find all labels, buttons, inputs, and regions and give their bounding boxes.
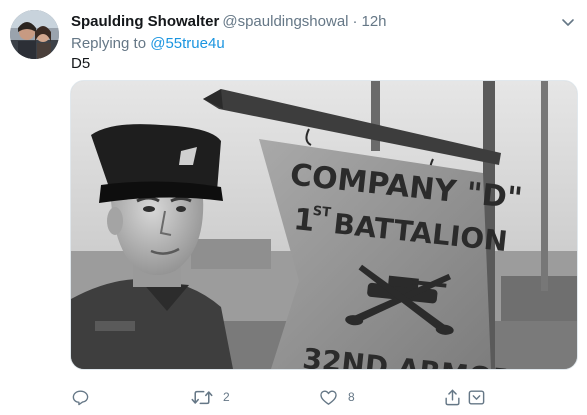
separator-dot: · bbox=[352, 13, 358, 30]
replying-to-prefix: Replying to bbox=[71, 35, 151, 52]
share-icon bbox=[443, 388, 462, 407]
heart-icon bbox=[319, 388, 338, 407]
like-button[interactable]: 8 bbox=[319, 384, 355, 410]
photo-image: COMPANY "D" 1 ST BATTALION 32ND ARMOR bbox=[71, 81, 577, 369]
like-count: 8 bbox=[348, 390, 355, 404]
direct-message-icon bbox=[467, 388, 486, 407]
replying-to-link[interactable]: @55true4u bbox=[150, 35, 224, 52]
retweet-icon bbox=[191, 388, 213, 407]
display-name[interactable]: Spaulding Showalter bbox=[71, 13, 219, 30]
tweet-media-photo[interactable]: COMPANY "D" 1 ST BATTALION 32ND ARMOR bbox=[70, 80, 578, 370]
user-handle[interactable]: @spauldingshowal bbox=[222, 13, 348, 30]
reply-button[interactable] bbox=[71, 384, 100, 410]
direct-message-button[interactable] bbox=[467, 384, 486, 410]
chevron-down-icon[interactable] bbox=[558, 12, 578, 32]
avatar[interactable] bbox=[10, 10, 59, 59]
tweet-header: Spaulding Showalter @spauldingshowal · 12h bbox=[71, 12, 387, 32]
tweet-actions-bar: 2 8 bbox=[71, 384, 571, 410]
tweet-card[interactable]: Spaulding Showalter @spauldingshowal · 12h … bbox=[0, 0, 587, 415]
share-button[interactable] bbox=[443, 384, 462, 410]
replying-to-line: Replying to @55true4u bbox=[71, 34, 225, 54]
sign-line-2-ordinal: ST bbox=[312, 204, 332, 221]
retweet-count: 2 bbox=[223, 390, 230, 404]
timestamp[interactable]: 12h bbox=[362, 13, 387, 30]
reply-icon bbox=[71, 388, 90, 407]
retweet-button[interactable]: 2 bbox=[191, 384, 230, 410]
tweet-text: D5 bbox=[71, 55, 91, 72]
